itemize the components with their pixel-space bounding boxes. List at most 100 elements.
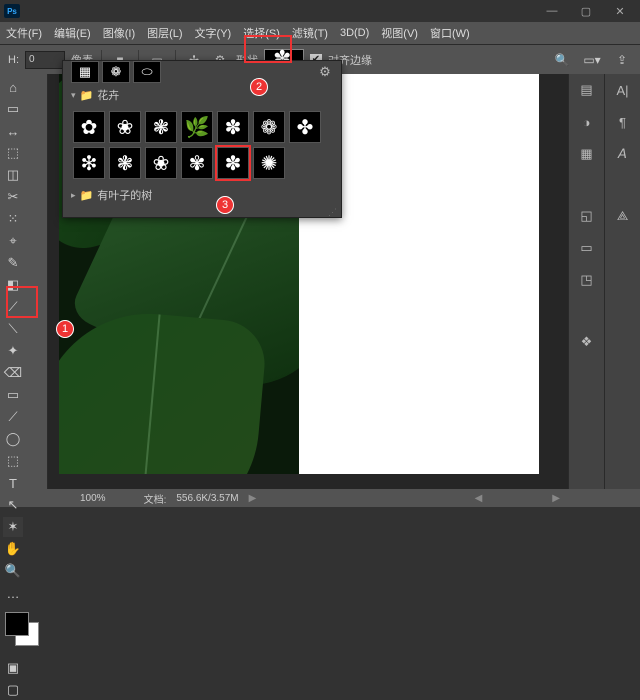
tool-type[interactable]: T — [3, 473, 23, 493]
shape-cell[interactable]: ❇ — [73, 147, 105, 179]
shape-cell-selected[interactable]: ✽ — [217, 147, 249, 179]
menu-layer[interactable]: 图层(L) — [147, 25, 182, 41]
menu-file[interactable]: 文件(F) — [6, 25, 42, 41]
tool-blur[interactable]: ▭ — [3, 385, 23, 405]
shape-cell[interactable]: ✤ — [289, 111, 321, 143]
tool-path-sel[interactable]: ↖ — [3, 495, 23, 515]
group-flowers-header[interactable]: ▾ 📁 花卉 — [63, 83, 341, 107]
maximize-button[interactable]: ▢ — [570, 1, 602, 21]
menu-3d[interactable]: 3D(D) — [340, 27, 369, 39]
tool-pen[interactable]: ◯ — [3, 429, 23, 449]
tool-hand[interactable]: ✋ — [3, 539, 23, 559]
tool-eyedropper[interactable]: ⌖ — [3, 231, 23, 251]
panel-paragraph-icon[interactable]: ¶ — [613, 112, 633, 132]
close-button[interactable]: ✕ — [604, 1, 636, 21]
tool-lasso[interactable]: ◫ — [3, 165, 23, 185]
shape-cell[interactable]: ✿ — [73, 111, 105, 143]
tool-frame[interactable]: ⁙ — [3, 209, 23, 229]
shape-grid: ✿ ❀ ❃ 🌿 ✽ ❁ ✤ ❇ ❃ ❀ ✾ ✽ ✺ — [63, 107, 341, 183]
tool-brush[interactable]: ◧ — [3, 275, 23, 295]
folder-icon: 📁 — [80, 89, 94, 102]
tool-heal[interactable]: ✎ — [3, 253, 23, 273]
zoom-level[interactable]: 100% — [80, 493, 106, 504]
panel-color-icon[interactable]: ◑ — [577, 112, 597, 132]
tool-move[interactable]: ↔ — [3, 121, 23, 141]
tool-gradient[interactable]: ⌫ — [3, 363, 23, 383]
doc-label: 文档: — [144, 491, 167, 506]
group-trees-label: 有叶子的树 — [97, 187, 152, 203]
screenmode-icon[interactable]: ▢ — [3, 680, 23, 700]
shape-cell[interactable]: ❀ — [109, 111, 141, 143]
popup-gear-icon[interactable]: ⚙ — [315, 62, 335, 82]
tool-zoom[interactable]: 🔍 — [3, 561, 23, 581]
popup-resize-handle[interactable]: ⋰ — [63, 207, 341, 217]
chevron-down-icon: ▾ — [71, 90, 76, 101]
shape-cell[interactable]: ✽ — [217, 111, 249, 143]
shape-cell[interactable]: 🌿 — [181, 111, 213, 143]
group-trees-header[interactable]: ▸ 📁 有叶子的树 — [63, 183, 341, 207]
app-logo: Ps — [4, 4, 20, 18]
workspace-icon[interactable]: ▭▾ — [582, 50, 602, 70]
foreground-swatch[interactable] — [5, 612, 29, 636]
recent-shape-3[interactable]: ⬭ — [133, 61, 161, 83]
tool-stamp[interactable]: ⟋ — [3, 297, 23, 317]
shape-cell[interactable]: ❀ — [145, 147, 177, 179]
tool-crop[interactable]: ✂ — [3, 187, 23, 207]
search-icon[interactable]: 🔍 — [552, 50, 572, 70]
window-controls: — ▢ ✕ — [536, 1, 636, 21]
shape-picker-popup: ▦ ❁ ⬭ ⚙ ▾ 📁 花卉 ✿ ❀ ❃ 🌿 ✽ ❁ ✤ ❇ ❃ ❀ ✾ ✽ ✺… — [62, 60, 342, 218]
tool-eraser[interactable]: ✦ — [3, 341, 23, 361]
minimize-button[interactable]: — — [536, 1, 568, 21]
menu-select[interactable]: 选择(S) — [243, 25, 280, 41]
color-swatches[interactable] — [3, 610, 45, 650]
menu-type[interactable]: 文字(Y) — [195, 25, 232, 41]
panel-styles-icon[interactable]: ◳ — [577, 270, 597, 290]
annotation-badge-1: 1 — [56, 320, 74, 338]
doc-size: 556.6K/3.57M — [176, 493, 238, 504]
panel-properties-icon[interactable]: ▤ — [577, 80, 597, 100]
panel-dock: ▤ ◑ ▦ ◱ ▭ ◳ ❖ A| ¶ 𝘈 ⟁ — [568, 74, 640, 489]
menu-window[interactable]: 窗口(W) — [430, 25, 470, 41]
panel-character-icon[interactable]: A| — [613, 80, 633, 100]
annotation-badge-2: 2 — [250, 78, 268, 96]
panel-adjustments-icon[interactable]: ▭ — [577, 238, 597, 258]
toolbox: ⌂ ▭ ↔ ⬚ ◫ ✂ ⁙ ⌖ ✎ ◧ ⟋ ⟍ ✦ ⌫ ▭ ⟋ ◯ ⬚ T ↖ … — [0, 74, 48, 489]
quickmask-icon[interactable]: ▣ — [3, 658, 23, 678]
recent-shape-2[interactable]: ❁ — [102, 61, 130, 83]
panel-3d-icon[interactable]: ⟁ — [613, 206, 633, 226]
tool-marquee[interactable]: ⬚ — [3, 143, 23, 163]
panel-glyphs-icon[interactable]: 𝘈 — [613, 144, 633, 164]
menu-view[interactable]: 视图(V) — [381, 25, 418, 41]
tool-more[interactable]: … — [3, 583, 23, 603]
shape-cell[interactable]: ❃ — [109, 147, 141, 179]
scroll-left-icon[interactable]: ◀ — [475, 493, 483, 504]
tool-dodge[interactable]: ⟋ — [3, 407, 23, 427]
folder-icon: 📁 — [80, 189, 94, 202]
tool-custom-shape[interactable]: ✶ — [3, 517, 23, 537]
shape-cell[interactable]: ✾ — [181, 147, 213, 179]
shape-cell[interactable]: ✺ — [253, 147, 285, 179]
status-bar: 100% 文档: 556.6K/3.57M ▶ ◀ ▶ — [0, 489, 640, 507]
panel-column-2: A| ¶ 𝘈 ⟁ — [604, 74, 640, 489]
status-arrow-icon[interactable]: ▶ — [249, 493, 257, 504]
tool-rect[interactable]: ⬚ — [3, 451, 23, 471]
panel-layers-icon[interactable]: ❖ — [577, 332, 597, 352]
height-label: H: — [8, 54, 19, 66]
titlebar: Ps — ▢ ✕ — [0, 0, 640, 22]
menu-edit[interactable]: 编辑(E) — [54, 25, 91, 41]
scroll-right-icon[interactable]: ▶ — [552, 493, 560, 504]
height-input[interactable] — [25, 51, 65, 69]
menu-image[interactable]: 图像(I) — [103, 25, 135, 41]
share-icon[interactable]: ⇪ — [612, 50, 632, 70]
tool-history[interactable]: ⟍ — [3, 319, 23, 339]
shape-cell[interactable]: ❃ — [145, 111, 177, 143]
panel-column-1: ▤ ◑ ▦ ◱ ▭ ◳ ❖ — [568, 74, 604, 489]
shape-cell[interactable]: ❁ — [253, 111, 285, 143]
menu-filter[interactable]: 滤镜(T) — [292, 25, 328, 41]
tool-home[interactable]: ⌂ — [3, 77, 23, 97]
recent-shape-1[interactable]: ▦ — [71, 61, 99, 83]
tool-artboard[interactable]: ▭ — [3, 99, 23, 119]
panel-libraries-icon[interactable]: ◱ — [577, 206, 597, 226]
group-flowers-label: 花卉 — [97, 87, 119, 103]
panel-swatches-icon[interactable]: ▦ — [577, 144, 597, 164]
